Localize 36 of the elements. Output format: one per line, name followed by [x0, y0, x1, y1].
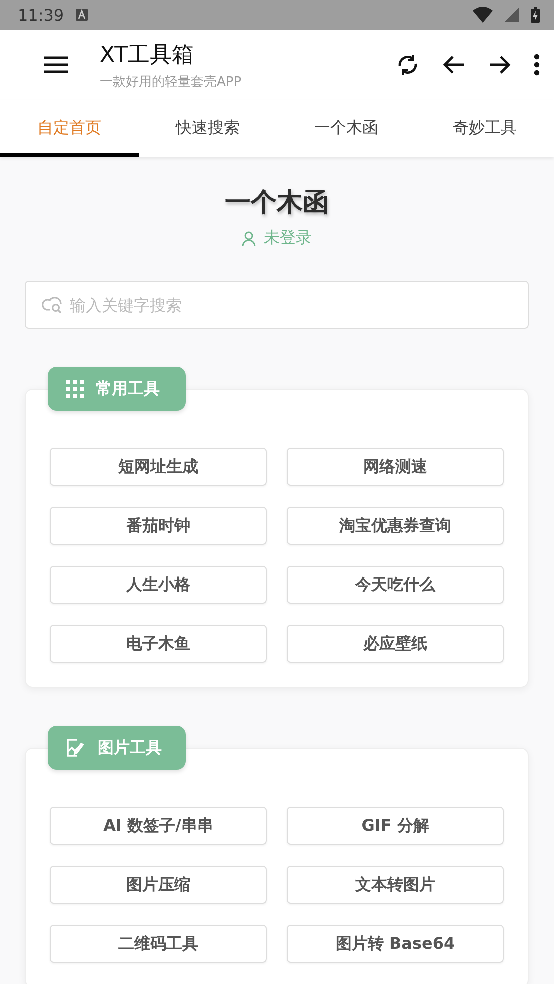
- signal-icon: [505, 8, 519, 22]
- tool-button[interactable]: 图片压缩: [50, 866, 267, 904]
- tab[interactable]: 奇妙工具: [416, 100, 554, 157]
- tool-button[interactable]: 淘宝优惠券查询: [287, 507, 504, 545]
- wifi-icon: [473, 7, 493, 23]
- search-input[interactable]: 输入关键字搜索: [70, 282, 512, 328]
- app-title: XT工具箱: [100, 42, 196, 70]
- tool-button[interactable]: 人生小格: [50, 566, 267, 604]
- image-edit-icon: [66, 738, 86, 758]
- tool-button[interactable]: 二维码工具: [50, 925, 267, 963]
- tool-button[interactable]: 文本转图片: [287, 866, 504, 904]
- status-time: 11:39: [18, 6, 64, 24]
- tool-button[interactable]: 图片转 Base64: [287, 925, 504, 963]
- section-title: 常用工具: [96, 378, 160, 400]
- tab[interactable]: 快速搜索: [138, 100, 277, 157]
- tool-button[interactable]: GIF 分解: [287, 807, 504, 845]
- page-title: 一个木函: [225, 187, 329, 220]
- tool-button[interactable]: 番茄时钟: [50, 507, 267, 545]
- battery-icon: [531, 7, 540, 23]
- tool-button[interactable]: 必应壁纸: [287, 625, 504, 663]
- grid-icon: [66, 380, 84, 398]
- menu-button[interactable]: [44, 56, 68, 74]
- tool-button[interactable]: 短网址生成: [50, 448, 267, 486]
- tool-button[interactable]: 电子木鱼: [50, 625, 267, 663]
- user-icon: [242, 230, 256, 246]
- cloud-search-icon: [42, 296, 64, 314]
- refresh-button[interactable]: [396, 53, 420, 77]
- notification-icon: [76, 9, 88, 21]
- tool-button[interactable]: 网络测速: [287, 448, 504, 486]
- tab[interactable]: 一个木函: [277, 100, 416, 157]
- search-field[interactable]: 输入关键字搜索: [25, 281, 529, 329]
- tool-button[interactable]: AI 数签子/串串: [50, 807, 267, 845]
- tool-button[interactable]: 今天吃什么: [287, 566, 504, 604]
- section-title: 图片工具: [98, 738, 162, 758]
- app-subtitle: 一款好用的轻量套壳APP: [100, 74, 243, 90]
- more-button[interactable]: [534, 54, 540, 76]
